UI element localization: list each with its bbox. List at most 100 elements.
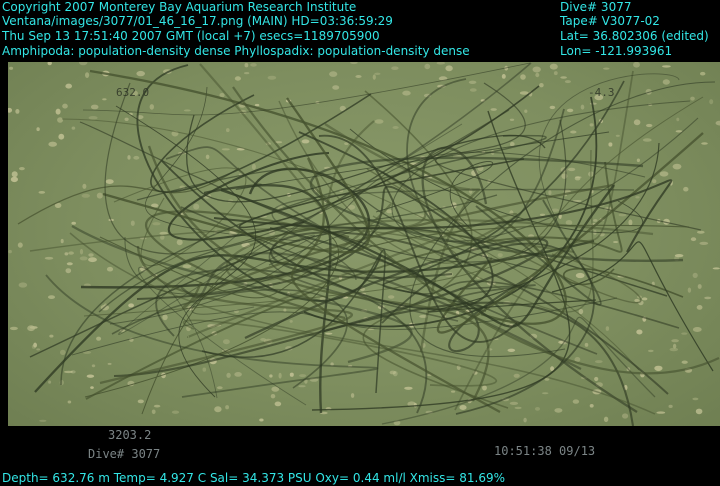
amphipod-speck bbox=[79, 248, 84, 255]
amphipod-speck bbox=[79, 62, 88, 66]
amphipod-speck bbox=[535, 407, 540, 411]
amphipod-speck bbox=[60, 349, 66, 355]
amphipod-speck bbox=[701, 142, 708, 145]
amphipod-speck bbox=[374, 119, 384, 124]
amphipod-speck bbox=[372, 74, 376, 80]
amphipod-speck bbox=[391, 66, 399, 70]
amphipod-speck bbox=[38, 191, 46, 194]
amphipod-speck bbox=[690, 237, 697, 242]
amphipod-speck bbox=[662, 65, 671, 68]
amphipod-speck bbox=[65, 83, 72, 89]
amphipod-speck bbox=[149, 104, 154, 110]
amphipod-speck bbox=[124, 117, 129, 121]
amphipod-speck bbox=[137, 399, 144, 404]
amphipod-speck bbox=[68, 251, 74, 255]
amphipod-speck bbox=[572, 399, 580, 404]
amphipod-speck bbox=[445, 65, 453, 72]
amphipod-speck bbox=[48, 380, 52, 384]
amphipod-speck bbox=[183, 109, 191, 112]
amphipod-speck bbox=[47, 62, 52, 66]
amphipod-speck bbox=[182, 264, 192, 269]
amphipod-speck bbox=[692, 272, 698, 278]
amphipod-speck bbox=[593, 219, 598, 222]
amphipod-speck bbox=[329, 71, 338, 77]
longitude: Lon= -121.993961 bbox=[560, 44, 673, 58]
amphipod-speck bbox=[67, 400, 72, 404]
amphipod-speck bbox=[648, 349, 654, 353]
amphipod-speck bbox=[355, 75, 362, 78]
seagrass-scene bbox=[8, 62, 720, 426]
amphipod-speck bbox=[589, 404, 594, 408]
amphipod-speck bbox=[564, 80, 571, 84]
amphipod-speck bbox=[226, 372, 231, 378]
amphipod-speck bbox=[501, 74, 506, 79]
latitude: Lat= 36.802306 (edited) bbox=[560, 29, 709, 43]
amphipod-speck bbox=[671, 339, 679, 343]
video-frame: 632.0 -4.3 Copyright 2007 Monterey Bay A… bbox=[0, 0, 720, 486]
amphipod-speck bbox=[539, 83, 544, 88]
amphipod-speck bbox=[31, 344, 36, 349]
amphipod-speck bbox=[48, 295, 55, 299]
amphipod-speck bbox=[549, 105, 556, 110]
copyright-text: Copyright 2007 Monterey Bay Aquarium Res… bbox=[2, 0, 357, 14]
amphipod-speck bbox=[539, 213, 546, 216]
amphipod-speck bbox=[17, 242, 23, 248]
amphipod-speck bbox=[692, 397, 699, 401]
amphipod-speck bbox=[595, 360, 603, 364]
amphipod-speck bbox=[482, 385, 487, 391]
amphipod-speck bbox=[603, 416, 609, 422]
amphipod-speck bbox=[96, 192, 103, 199]
amphipod-speck bbox=[704, 296, 712, 300]
amphipod-speck bbox=[27, 325, 35, 332]
amphipod-speck bbox=[580, 104, 585, 110]
amphipod-speck bbox=[90, 386, 94, 389]
amphipod-speck bbox=[88, 253, 94, 257]
amphipod-speck bbox=[106, 266, 114, 272]
amphipod-speck bbox=[11, 171, 18, 178]
amphipod-speck bbox=[709, 99, 714, 105]
amphipod-speck bbox=[578, 308, 584, 315]
amphipod-speck bbox=[283, 308, 287, 312]
amphipod-speck bbox=[389, 370, 396, 375]
amphipod-speck bbox=[102, 98, 107, 101]
burn-in-dive: Dive# 3077 bbox=[88, 447, 161, 461]
amphipod-speck bbox=[39, 419, 47, 422]
amphipod-speck bbox=[459, 405, 467, 410]
amphipod-speck bbox=[690, 96, 695, 101]
amphipod-speck bbox=[683, 186, 689, 192]
amphipod-speck bbox=[278, 372, 282, 379]
amphipod-speck bbox=[633, 62, 640, 68]
amphipod-speck bbox=[8, 107, 13, 113]
amphipod-speck bbox=[490, 108, 497, 111]
amphipod-speck bbox=[548, 190, 552, 196]
amphipod-speck bbox=[267, 75, 277, 80]
amphipod-speck bbox=[152, 222, 161, 226]
amphipod-speck bbox=[162, 314, 168, 321]
amphipod-speck bbox=[615, 134, 620, 137]
amphipod-speck bbox=[269, 374, 273, 378]
amphipod-speck bbox=[70, 370, 76, 374]
amphipod-speck bbox=[193, 203, 200, 210]
amphipod-speck bbox=[636, 329, 643, 335]
amphipod-speck bbox=[549, 63, 558, 70]
annotation-text: Amphipoda: population-density dense Phyl… bbox=[2, 44, 470, 58]
amphipod-speck bbox=[553, 71, 558, 76]
amphipod-speck bbox=[697, 230, 705, 234]
amphipod-speck bbox=[589, 123, 594, 127]
amphipod-speck bbox=[692, 327, 702, 332]
amphipod-speck bbox=[299, 374, 307, 378]
amphipod-speck bbox=[136, 70, 145, 77]
amphipod-speck bbox=[699, 241, 709, 245]
amphipod-speck bbox=[646, 123, 653, 128]
amphipod-speck bbox=[642, 138, 652, 142]
amphipod-speck bbox=[655, 368, 662, 372]
amphipod-speck bbox=[107, 362, 112, 365]
amphipod-speck bbox=[44, 256, 54, 260]
amphipod-speck bbox=[225, 405, 230, 410]
amphipod-speck bbox=[60, 238, 64, 244]
amphipod-speck bbox=[681, 332, 688, 335]
amphipod-speck bbox=[695, 408, 703, 415]
amphipod-speck bbox=[605, 326, 610, 331]
amphipod-speck bbox=[681, 360, 688, 364]
amphipod-speck bbox=[71, 126, 76, 130]
